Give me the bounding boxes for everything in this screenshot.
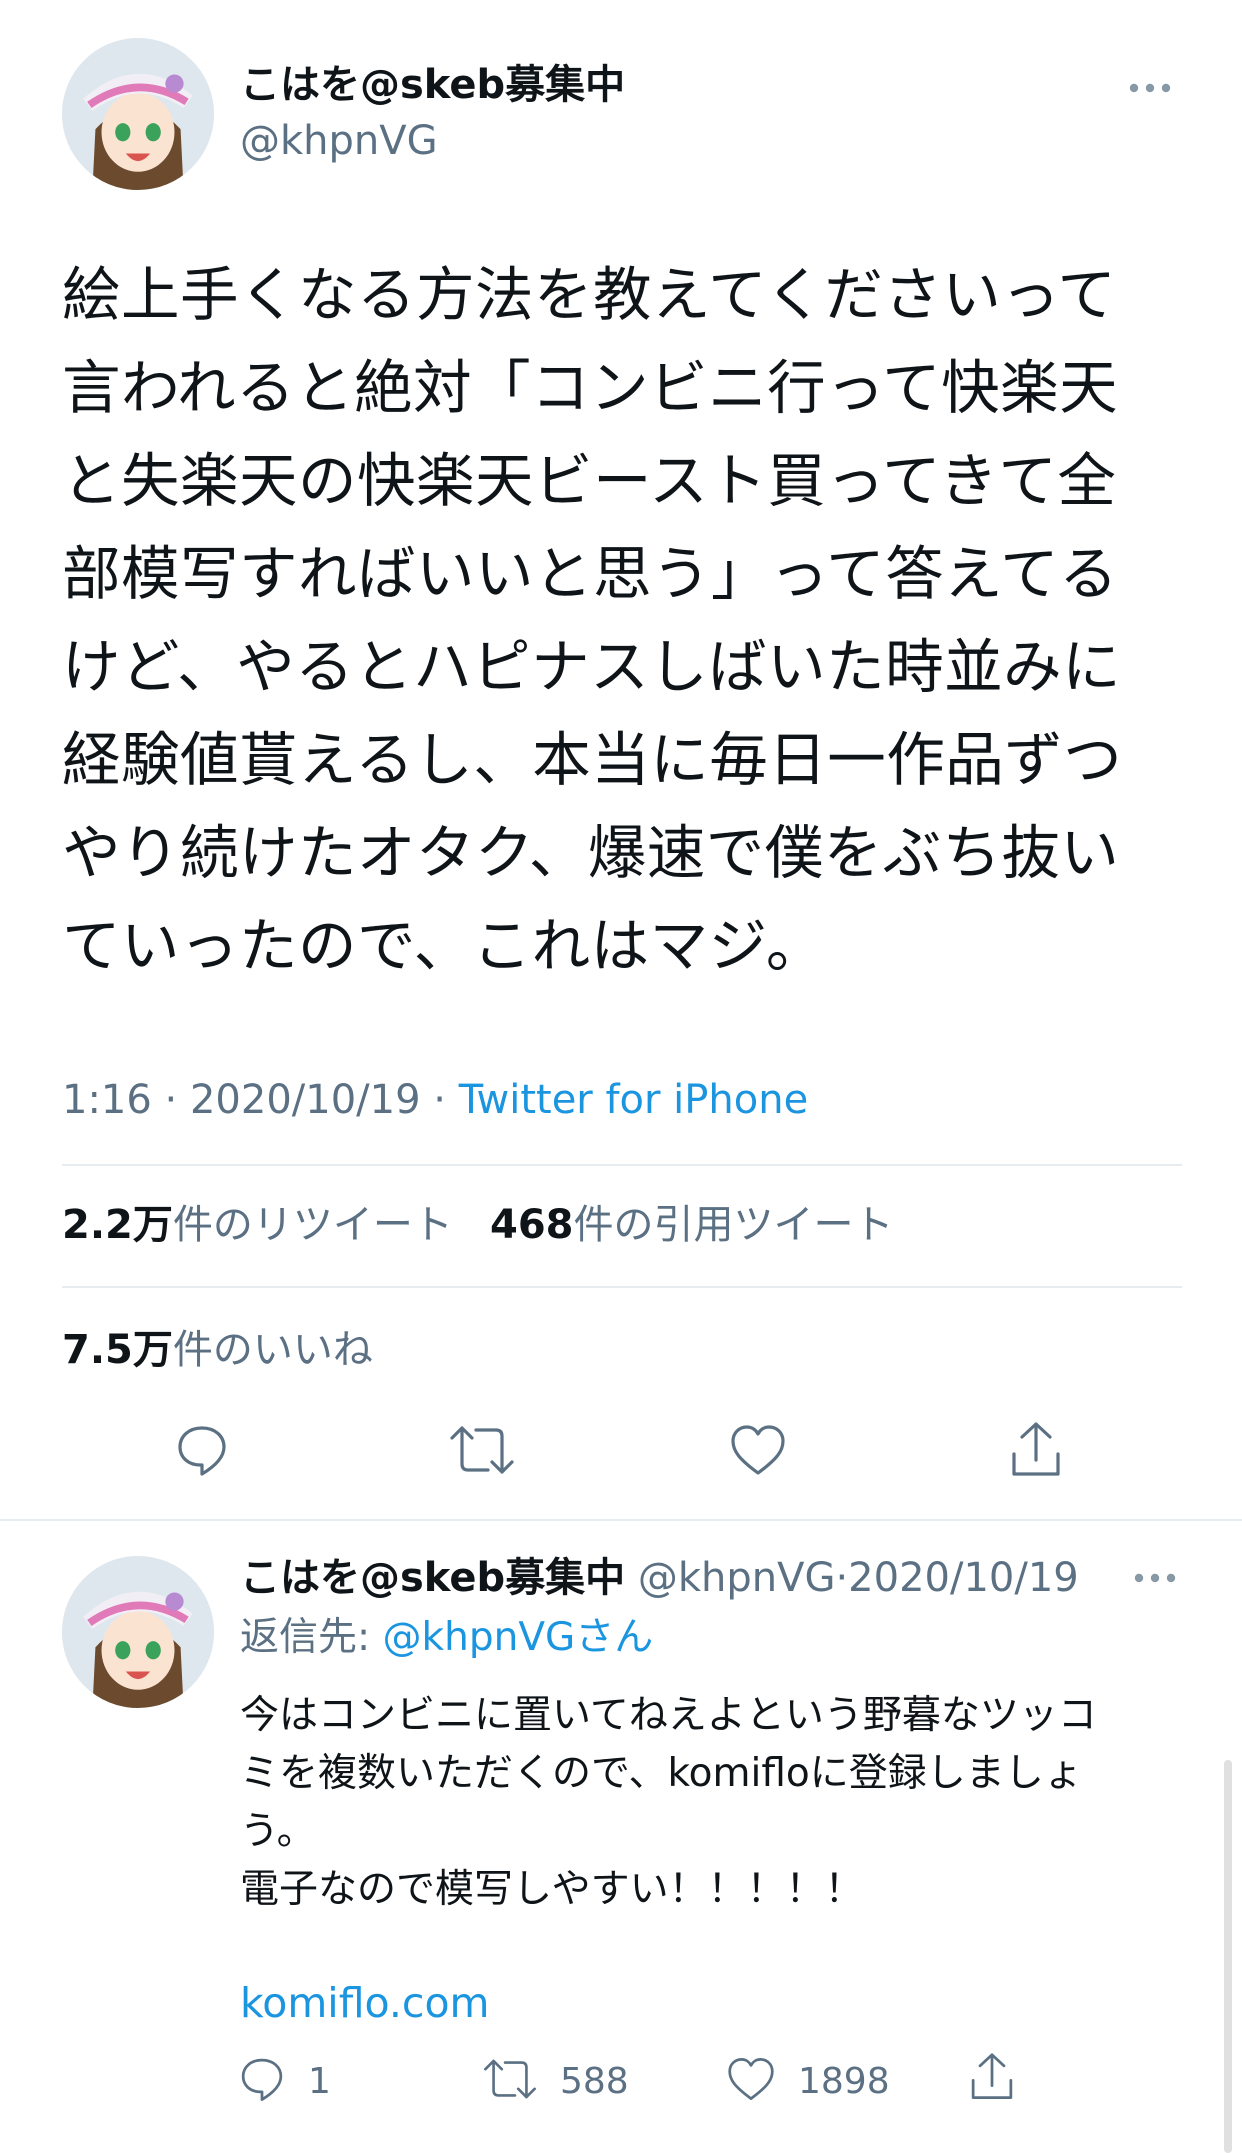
heart-icon [726, 2056, 776, 2106]
reply-header: こはを@skeb募集中 @khpnVG·2020/10/19 [240, 1552, 1079, 1604]
quote-stats[interactable]: 468件の引用ツイート [490, 1200, 894, 1250]
likes-count: 7.5万 [62, 1327, 173, 1373]
tweet-text-line: けど、やるとハピナスしばいた時並みに [62, 633, 1122, 701]
reply-text: 今はコンビニに置いてねえよという野暮なツッコ ミを複数いただくので、komifl… [240, 1687, 1170, 1919]
share-icon[interactable] [1004, 1416, 1068, 1484]
tweet-text-line: やり続けたオタク、爆速で僕をぶち抜い [62, 819, 1120, 887]
tweet-text-line: 部模写すればいいと思う」って答えてる [62, 540, 1119, 608]
reply-to-handle-link[interactable]: @khpnVGさん [383, 1615, 654, 1660]
more-horizontal-icon[interactable] [1126, 70, 1174, 106]
like-button[interactable]: 1898 [726, 2056, 890, 2106]
retweet-button[interactable]: 588 [482, 2056, 629, 2106]
retweet-icon[interactable] [446, 1418, 518, 1482]
divider [62, 1286, 1182, 1288]
reply-text-line: 電子なので模写しやすい！！！！！ [240, 1867, 864, 1912]
reply-date[interactable]: 2020/10/19 [848, 1555, 1079, 1601]
reply-icon [238, 2055, 286, 2107]
scrollbar[interactable] [1224, 1760, 1232, 2153]
tweet-date[interactable]: 2020/10/19 [190, 1077, 421, 1123]
share-button[interactable] [968, 2052, 1016, 2106]
like-stats[interactable]: 7.5万件のいいね [62, 1325, 373, 1375]
reply-text-line: 今はコンビニに置いてねえよという野暮なツッコ [240, 1693, 1097, 1738]
user-handle[interactable]: @khpnVG [240, 116, 438, 166]
reply-handle[interactable]: @khpnVG [638, 1555, 836, 1601]
tweet-source-link[interactable]: Twitter for iPhone [459, 1077, 809, 1123]
reply-to-label: 返信先: [240, 1615, 383, 1660]
retweet-icon [482, 2056, 538, 2106]
reply-external-link[interactable]: komiflo.com [240, 1976, 489, 2030]
reply-avatar[interactable] [62, 1556, 214, 1708]
meta-separator: · [835, 1555, 849, 1601]
reply-action-bar: 1 588 1898 [238, 2050, 1058, 2110]
tweet-text-line: ていったので、これはマジ。 [62, 912, 825, 980]
retweets-count: 2.2万 [62, 1202, 173, 1248]
reply-count: 1 [308, 2060, 331, 2102]
divider [62, 1164, 1182, 1166]
quotes-count: 468 [490, 1202, 574, 1248]
meta-separator: · [164, 1077, 178, 1123]
tweet-text-line: 言われると絶対「コンビニ行って快楽天 [62, 354, 1119, 422]
heart-icon[interactable] [726, 1418, 790, 1482]
more-horizontal-icon[interactable] [1132, 1560, 1178, 1596]
meta-separator: · [433, 1077, 446, 1123]
tweet-text-line: と失楽天の快楽天ビースト買ってきて全 [62, 447, 1117, 515]
reply-text-line: う。 [240, 1809, 316, 1854]
tweet-meta: 1:16 · 2020/10/19 · Twitter for iPhone [62, 1075, 808, 1125]
tweet-text-line: 絵上手くなる方法を教えてくださいって [62, 261, 1117, 329]
share-icon [968, 2051, 1016, 2107]
display-name[interactable]: こはを@skeb募集中 [240, 60, 625, 110]
section-divider [0, 1519, 1242, 1521]
reply-icon[interactable] [170, 1418, 234, 1482]
retweets-label: 件のリツイート [172, 1202, 453, 1248]
tweet-text-line: 経験値貰えるし、本当に毎日一作品ずつ [62, 726, 1123, 794]
likes-label: 件のいいね [172, 1327, 373, 1373]
tweet-text: 絵上手くなる方法を教えてくださいって 言われると絶対「コンビニ行って快楽天 と失… [62, 249, 1182, 993]
reply-to-line: 返信先: @khpnVGさん [240, 1612, 653, 1664]
like-count: 1898 [798, 2060, 890, 2102]
reply-text-line: ミを複数いただくので、komifloに登録しましょ [240, 1751, 1083, 1796]
quotes-label: 件の引用ツイート [573, 1202, 894, 1248]
retweet-stats[interactable]: 2.2万件のリツイート [62, 1200, 453, 1250]
avatar[interactable] [62, 38, 214, 190]
retweet-count: 588 [560, 2060, 629, 2102]
tweet-time[interactable]: 1:16 [62, 1077, 152, 1123]
reply-display-name[interactable]: こはを@skeb募集中 [240, 1555, 625, 1601]
reply-button[interactable]: 1 [238, 2056, 331, 2106]
